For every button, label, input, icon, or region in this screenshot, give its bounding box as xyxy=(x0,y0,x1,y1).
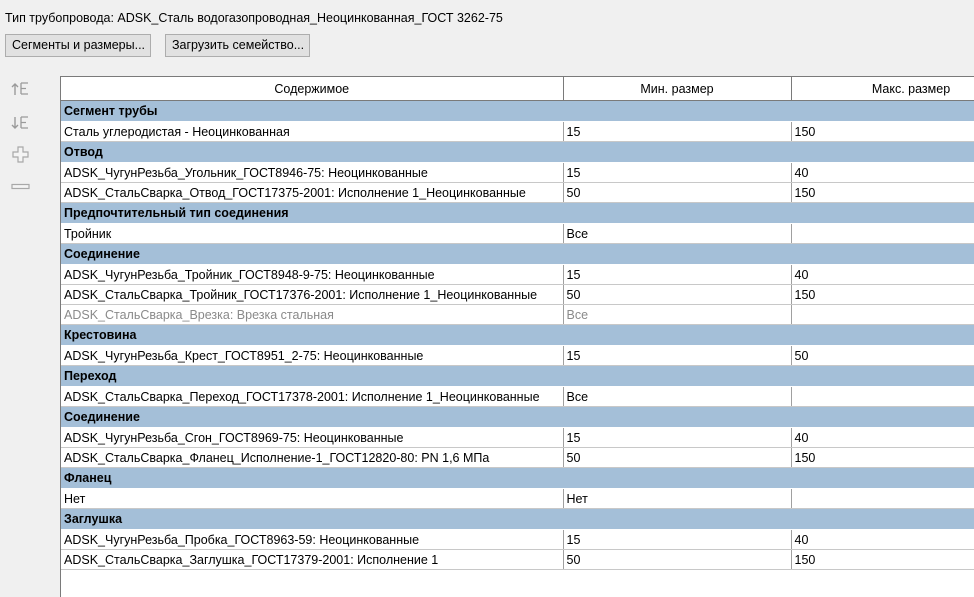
max-size-cell[interactable]: 40 xyxy=(791,162,974,183)
group-header-label: Предпочтительный тип соединения xyxy=(61,202,974,224)
group-header-row: Фланец xyxy=(61,467,974,489)
max-size-cell[interactable] xyxy=(791,304,974,325)
content-cell[interactable]: ADSK_СтальСварка_Фланец_Исполнение-1_ГОС… xyxy=(61,447,564,468)
max-size-cell[interactable]: 150 xyxy=(791,447,974,468)
group-header-row: Заглушка xyxy=(61,508,974,530)
column-header-min-size[interactable]: Мин. размер xyxy=(563,77,792,101)
min-size-cell[interactable]: 15 xyxy=(563,427,792,448)
min-size-cell[interactable]: 50 xyxy=(563,549,792,570)
group-header-label: Соединение xyxy=(61,243,974,265)
table-row[interactable]: ADSK_СтальСварка_Заглушка_ГОСТ17379-2001… xyxy=(61,549,974,570)
group-header-row: Крестовина xyxy=(61,324,974,346)
min-size-cell[interactable]: 50 xyxy=(563,447,792,468)
min-size-cell[interactable]: 50 xyxy=(563,182,792,203)
group-header-row: Сегмент трубы xyxy=(61,100,974,122)
content-cell[interactable]: Нет xyxy=(61,488,564,509)
table-row[interactable]: ADSK_СтальСварка_Переход_ГОСТ17378-2001:… xyxy=(61,386,974,407)
move-down-icon[interactable] xyxy=(10,112,32,134)
min-size-cell[interactable]: 15 xyxy=(563,264,792,285)
table-row[interactable]: Нет Нет xyxy=(61,488,974,509)
column-header-content[interactable]: Содержимое xyxy=(61,77,564,101)
group-header-label: Переход xyxy=(61,365,974,387)
table-row[interactable]: ADSK_ЧугунРезьба_Угольник_ГОСТ8946-75: Н… xyxy=(61,162,974,183)
table-row[interactable]: ADSK_ЧугунРезьба_Крест_ГОСТ8951_2-75: Не… xyxy=(61,345,974,366)
content-cell[interactable]: Тройник xyxy=(61,223,564,244)
content-cell[interactable]: ADSK_СтальСварка_Врезка: Врезка стальная xyxy=(61,304,564,325)
max-size-cell[interactable]: 150 xyxy=(791,549,974,570)
max-size-cell[interactable]: 40 xyxy=(791,264,974,285)
group-header-label: Крестовина xyxy=(61,324,974,346)
group-header-label: Сегмент трубы xyxy=(61,100,974,122)
pipe-type-title: Тип трубопровода: ADSK_Сталь водогазопро… xyxy=(5,11,503,25)
group-header-row: Предпочтительный тип соединения xyxy=(61,202,974,224)
content-cell[interactable]: ADSK_ЧугунРезьба_Сгон_ГОСТ8969-75: Неоци… xyxy=(61,427,564,448)
load-family-button[interactable]: Загрузить семейство... xyxy=(165,34,310,57)
min-size-cell[interactable]: 15 xyxy=(563,529,792,550)
min-size-cell[interactable]: 15 xyxy=(563,162,792,183)
max-size-cell[interactable] xyxy=(791,223,974,244)
column-header-max-size[interactable]: Макс. размер xyxy=(791,77,974,101)
max-size-cell[interactable]: 150 xyxy=(791,121,974,142)
max-size-cell[interactable]: 40 xyxy=(791,529,974,550)
content-cell[interactable]: ADSK_ЧугунРезьба_Угольник_ГОСТ8946-75: Н… xyxy=(61,162,564,183)
max-size-cell[interactable]: 150 xyxy=(791,284,974,305)
content-cell[interactable]: ADSK_СтальСварка_Заглушка_ГОСТ17379-2001… xyxy=(61,549,564,570)
content-cell[interactable]: ADSK_СтальСварка_Переход_ГОСТ17378-2001:… xyxy=(61,386,564,407)
min-size-cell[interactable]: 15 xyxy=(563,345,792,366)
move-up-icon[interactable] xyxy=(10,78,32,100)
table-row[interactable]: Сталь углеродистая - Неоцинкованная 15 150 xyxy=(61,121,974,142)
table-row[interactable]: ADSK_ЧугунРезьба_Пробка_ГОСТ8963-59: Нео… xyxy=(61,529,974,550)
min-size-cell[interactable]: 15 xyxy=(563,121,792,142)
group-header-row: Соединение xyxy=(61,406,974,428)
content-cell[interactable]: ADSK_ЧугунРезьба_Пробка_ГОСТ8963-59: Нео… xyxy=(61,529,564,550)
routing-preferences-grid[interactable]: Содержимое Мин. размер Макс. размер Сегм… xyxy=(60,76,974,597)
group-header-row: Соединение xyxy=(61,243,974,265)
min-size-cell[interactable]: Все xyxy=(563,223,792,244)
min-size-cell[interactable]: 50 xyxy=(563,284,792,305)
table-row[interactable]: ADSK_СтальСварка_Тройник_ГОСТ17376-2001:… xyxy=(61,284,974,305)
content-cell[interactable]: ADSK_ЧугунРезьба_Тройник_ГОСТ8948-9-75: … xyxy=(61,264,564,285)
min-size-cell[interactable]: Все xyxy=(563,386,792,407)
table-row[interactable]: Тройник Все xyxy=(61,223,974,244)
min-size-cell[interactable]: Нет xyxy=(563,488,792,509)
group-header-label: Соединение xyxy=(61,406,974,428)
add-row-icon[interactable] xyxy=(10,144,32,166)
max-size-cell[interactable]: 50 xyxy=(791,345,974,366)
content-cell[interactable]: ADSK_СтальСварка_Тройник_ГОСТ17376-2001:… xyxy=(61,284,564,305)
segments-and-sizes-button[interactable]: Сегменты и размеры... xyxy=(5,34,151,57)
content-cell[interactable]: Сталь углеродистая - Неоцинкованная xyxy=(61,121,564,142)
group-header-label: Фланец xyxy=(61,467,974,489)
table-row[interactable]: ADSK_СтальСварка_Отвод_ГОСТ17375-2001: И… xyxy=(61,182,974,203)
table-row[interactable]: ADSK_СтальСварка_Врезка: Врезка стальная… xyxy=(61,304,974,325)
table-row[interactable]: ADSK_ЧугунРезьба_Сгон_ГОСТ8969-75: Неоци… xyxy=(61,427,974,448)
max-size-cell[interactable] xyxy=(791,386,974,407)
min-size-cell[interactable]: Все xyxy=(563,304,792,325)
table-row[interactable]: ADSK_ЧугунРезьба_Тройник_ГОСТ8948-9-75: … xyxy=(61,264,974,285)
content-cell[interactable]: ADSK_ЧугунРезьба_Крест_ГОСТ8951_2-75: Не… xyxy=(61,345,564,366)
max-size-cell[interactable] xyxy=(791,488,974,509)
group-header-row: Переход xyxy=(61,365,974,387)
remove-row-icon[interactable] xyxy=(10,176,32,198)
content-cell[interactable]: ADSK_СтальСварка_Отвод_ГОСТ17375-2001: И… xyxy=(61,182,564,203)
group-header-label: Заглушка xyxy=(61,508,974,530)
table-row[interactable]: ADSK_СтальСварка_Фланец_Исполнение-1_ГОС… xyxy=(61,447,974,468)
group-header-label: Отвод xyxy=(61,141,974,163)
max-size-cell[interactable]: 150 xyxy=(791,182,974,203)
max-size-cell[interactable]: 40 xyxy=(791,427,974,448)
group-header-row: Отвод xyxy=(61,141,974,163)
